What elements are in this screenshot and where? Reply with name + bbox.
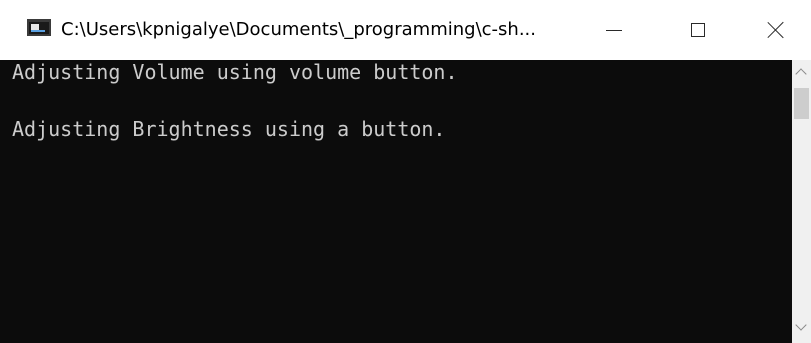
console-line: Adjusting Volume using volume button. xyxy=(12,60,458,84)
minimize-button[interactable] xyxy=(570,0,658,60)
console-output[interactable]: Adjusting Volume using volume button. Ad… xyxy=(0,60,792,343)
close-icon xyxy=(767,21,785,39)
maximize-icon xyxy=(691,23,705,37)
maximize-button[interactable] xyxy=(654,0,742,60)
minimize-icon xyxy=(606,29,622,31)
window-title: C:\Users\kpnigalye\Documents\_programmin… xyxy=(61,19,536,40)
chevron-down-icon[interactable] xyxy=(792,319,811,343)
chevron-up-icon[interactable] xyxy=(792,60,811,84)
console-window: C:\Users\kpnigalye\Documents\_programmin… xyxy=(0,0,811,343)
scrollbar-thumb[interactable] xyxy=(794,88,809,119)
console-app-icon[interactable] xyxy=(27,19,51,36)
title-bar[interactable]: C:\Users\kpnigalye\Documents\_programmin… xyxy=(0,0,811,60)
vertical-scrollbar[interactable] xyxy=(792,60,811,343)
close-button[interactable] xyxy=(740,0,811,60)
console-line: Adjusting Brightness using a button. xyxy=(12,117,446,141)
